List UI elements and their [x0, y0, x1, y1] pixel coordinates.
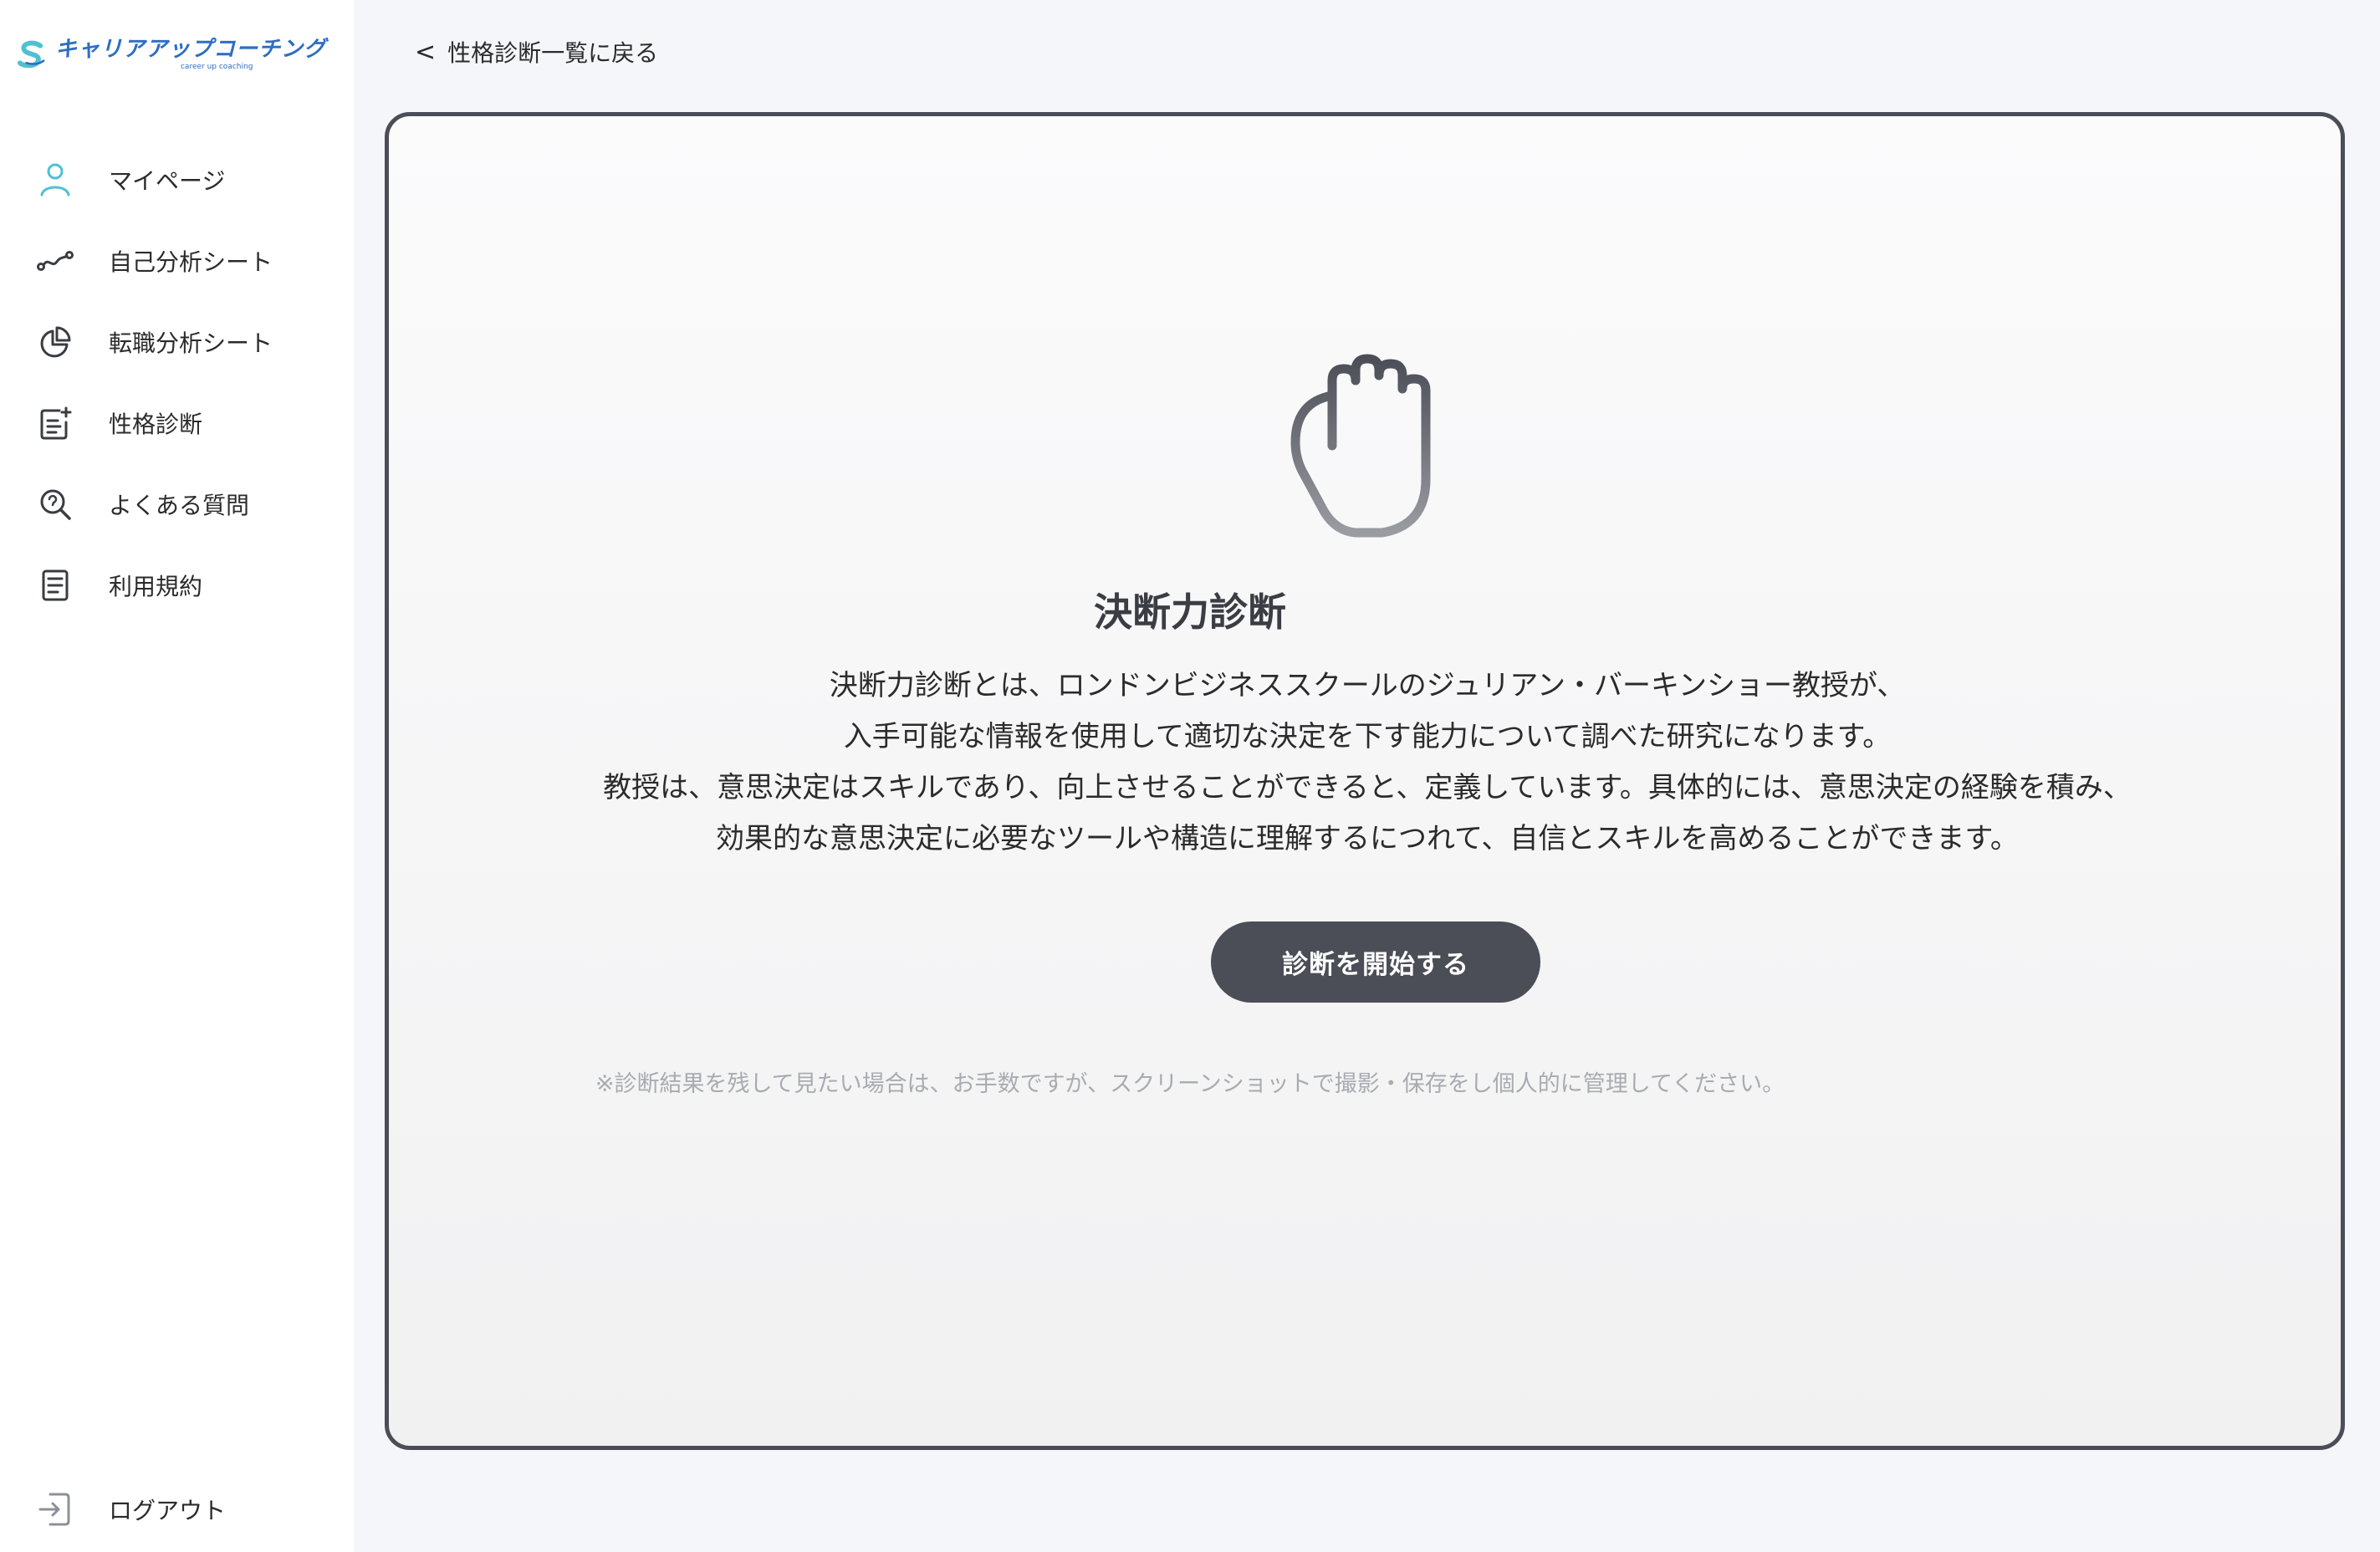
start-diagnosis-button[interactable]: 診断を開始する — [1211, 922, 1540, 1003]
sidebar-item-label: マイページ — [109, 167, 226, 195]
description-line: 決断力診断とは、ロンドンビジネススクールのジュリアン・バーキンショー教授が、 — [829, 669, 1906, 702]
brand-logo[interactable]: キャリアアップコーチング career up coaching — [17, 28, 326, 80]
logout-label: ログアウト — [109, 1497, 227, 1524]
pie-chart-icon — [35, 322, 75, 362]
sidebar-item-label: 転職分析シート — [109, 329, 273, 357]
logo-s-icon — [17, 40, 45, 69]
logout-icon — [35, 1489, 75, 1529]
logo-subtitle: career up coaching — [180, 62, 253, 71]
chevron-left-icon: < — [415, 37, 437, 67]
search-question-icon — [35, 484, 75, 524]
sidebar-item-self-analysis[interactable]: 自己分析シート — [35, 236, 273, 286]
screenshot-note: ※診断結果を残して見たい場合は、お手数ですが、スクリーンショットで撮影・保存をし… — [595, 1071, 1785, 1097]
back-to-list-link[interactable]: < 性格診断一覧に戻る — [415, 35, 658, 69]
hand-icon — [1290, 354, 1431, 538]
analytics-path-icon — [35, 241, 75, 281]
user-icon — [35, 160, 75, 200]
description-line: 教授は、意思決定はスキルであり、向上させることができると、定義しています。具体的… — [603, 771, 2132, 804]
sidebar-item-label: よくある質問 — [109, 492, 250, 519]
sidebar-item-job-change-analysis[interactable]: 転職分析シート — [35, 317, 273, 367]
back-link-label: 性格診断一覧に戻る — [447, 39, 659, 67]
diagnosis-title: 決断力診断 — [1094, 590, 1286, 635]
diagnosis-description: 決断力診断とは、ロンドンビジネススクールのジュリアン・バーキンショー教授が、 入… — [468, 661, 2266, 865]
description-line: 入手可能な情報を使用して適切な決定を下す能力について調べた研究になります。 — [843, 720, 1892, 753]
note-add-icon — [35, 403, 75, 443]
sidebar: キャリアアップコーチング career up coaching マイページ 自己… — [0, 0, 354, 1552]
logo-text: キャリアアップコーチング career up coaching — [55, 38, 326, 71]
sidebar-item-personality-test[interactable]: 性格診断 — [35, 398, 202, 448]
sidebar-item-label: 性格診断 — [109, 411, 203, 438]
sidebar-item-faq[interactable]: よくある質問 — [35, 479, 249, 529]
description-line: 効果的な意思決定に必要なツールや構造に理解するにつれて、自信とスキルを高めること… — [716, 822, 2019, 855]
sidebar-item-label: 自己分析シート — [109, 248, 273, 276]
logo-title: キャリアアップコーチング — [54, 36, 326, 62]
app-root: キャリアアップコーチング career up coaching マイページ 自己… — [0, 0, 2380, 1552]
sidebar-item-mypage[interactable]: マイページ — [35, 155, 225, 205]
logout-button[interactable]: ログアウト — [35, 1484, 226, 1534]
